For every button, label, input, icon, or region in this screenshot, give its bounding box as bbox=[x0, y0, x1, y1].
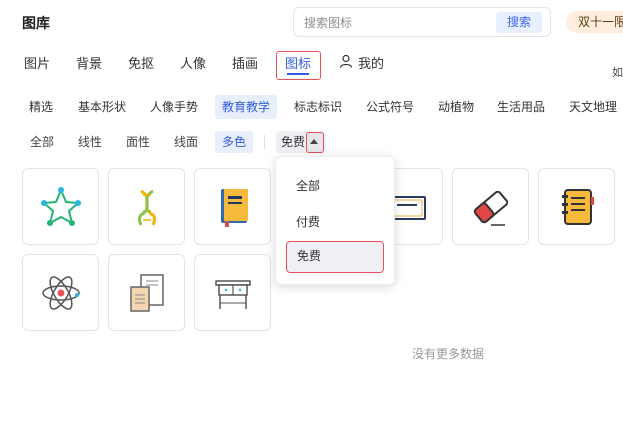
price-option-all[interactable]: 全部 bbox=[286, 170, 384, 202]
icon-card[interactable] bbox=[452, 168, 529, 245]
promo-badge[interactable]: 双十一限 bbox=[566, 11, 623, 33]
category-education[interactable]: 教育教学 bbox=[215, 95, 278, 119]
category-row: 精选 基本形状 人像手势 教育教学 标志标识 公式符号 动植物 生活用品 天文地… bbox=[10, 95, 623, 119]
search-button[interactable]: 搜索 bbox=[496, 12, 542, 33]
price-filter-toggle[interactable] bbox=[306, 132, 324, 153]
icon-card[interactable] bbox=[194, 254, 271, 331]
spiral-notebook-icon bbox=[561, 188, 594, 225]
price-option-paid[interactable]: 付费 bbox=[286, 206, 384, 238]
app-title: 图库 bbox=[22, 16, 50, 32]
icon-card[interactable] bbox=[22, 168, 99, 245]
tab-active-underline bbox=[287, 73, 309, 75]
tab-images[interactable]: 图片 bbox=[24, 53, 50, 72]
filter-divider bbox=[264, 135, 265, 149]
category-signs[interactable]: 标志标识 bbox=[287, 95, 349, 119]
caret-up-icon bbox=[310, 139, 318, 144]
dna-helix-icon bbox=[137, 189, 156, 226]
search-box: 搜索 bbox=[293, 7, 551, 37]
tab-illustrations[interactable]: 插画 bbox=[232, 53, 258, 72]
star-network-icon bbox=[40, 186, 81, 226]
category-daily-goods[interactable]: 生活用品 bbox=[490, 95, 552, 119]
icon-card[interactable] bbox=[538, 168, 615, 245]
tab-backgrounds[interactable]: 背景 bbox=[76, 53, 102, 72]
category-astronomy-geo[interactable]: 天文地理 bbox=[562, 95, 623, 119]
category-formulas[interactable]: 公式符号 bbox=[359, 95, 421, 119]
tab-portraits[interactable]: 人像 bbox=[180, 53, 206, 72]
empty-message: 没有更多数据 bbox=[412, 347, 485, 361]
tab-mine[interactable]: 我的 bbox=[358, 53, 384, 72]
edge-text: 如 bbox=[612, 66, 623, 79]
style-filled[interactable]: 面性 bbox=[119, 131, 157, 153]
desk-icon bbox=[214, 279, 251, 309]
category-basic-shapes[interactable]: 基本形状 bbox=[71, 95, 133, 119]
category-animals-plants[interactable]: 动植物 bbox=[431, 95, 481, 119]
scroll-document-icon bbox=[129, 273, 164, 312]
icon-card[interactable] bbox=[108, 168, 185, 245]
user-icon bbox=[339, 54, 353, 68]
style-multicolor[interactable]: 多色 bbox=[215, 131, 254, 153]
price-filter-dropdown: 全部 付费 免费 bbox=[275, 156, 395, 285]
atom-icon bbox=[41, 275, 80, 310]
style-linear[interactable]: 线性 bbox=[71, 131, 109, 153]
style-all[interactable]: 全部 bbox=[23, 131, 61, 153]
main-tabs: 图片 背景 免抠 人像 插画 图标 我的 bbox=[0, 48, 623, 82]
header: 图库 搜索 双十一限 bbox=[0, 0, 623, 44]
notebook-icon bbox=[220, 188, 248, 227]
style-line-fill[interactable]: 线面 bbox=[167, 131, 205, 153]
search-input[interactable] bbox=[304, 14, 494, 32]
icon-card[interactable] bbox=[22, 254, 99, 331]
category-gestures[interactable]: 人像手势 bbox=[143, 95, 205, 119]
icon-card[interactable] bbox=[194, 168, 271, 245]
tab-icons-highlight bbox=[276, 51, 321, 80]
eraser-icon bbox=[473, 190, 508, 226]
category-featured[interactable]: 精选 bbox=[22, 95, 60, 119]
tab-cutouts[interactable]: 免抠 bbox=[128, 53, 154, 72]
price-option-free[interactable]: 免费 bbox=[286, 241, 384, 273]
icon-card[interactable] bbox=[108, 254, 185, 331]
